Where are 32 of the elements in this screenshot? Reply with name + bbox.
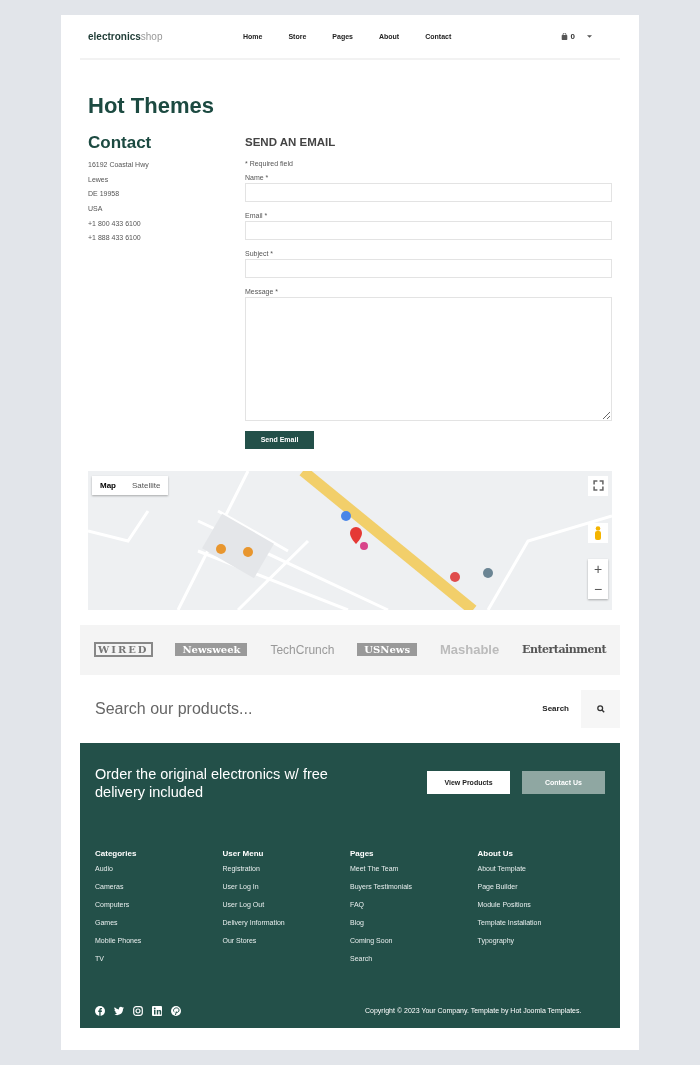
map-type-tab[interactable]: Satellite (124, 475, 169, 495)
fullscreen-icon[interactable] (588, 475, 608, 496)
contact-heading: Contact (88, 133, 153, 153)
cart-count: 0 (570, 32, 575, 41)
facebook-icon[interactable] (95, 1005, 105, 1016)
shopping-bag-icon[interactable] (560, 33, 568, 40)
zoom-in-button[interactable]: + (588, 558, 608, 579)
press-logo: TechCrunch (270, 642, 335, 657)
footer-heading: Pages (350, 848, 375, 858)
caret-icon[interactable] (587, 35, 592, 38)
cta-text: Order the original electronics w/ free delivery included (95, 764, 329, 801)
pinterest-icon[interactable] (171, 1005, 181, 1016)
form-heading: SEND AN EMAIL (245, 136, 337, 148)
linkedin-icon[interactable] (152, 1005, 162, 1016)
search-icon[interactable] (596, 704, 605, 713)
press-logo: USNews (357, 643, 417, 656)
press-logo: Newsweek (175, 643, 248, 656)
footer-heading: Categories (95, 848, 138, 858)
input-field[interactable] (245, 221, 612, 240)
footer-heading: User Menu (222, 848, 265, 858)
page-title: Hot Themes (88, 93, 215, 119)
press-logo: Mashable (439, 642, 500, 657)
message-field[interactable] (245, 297, 612, 421)
instagram-icon[interactable] (133, 1005, 143, 1016)
input-field[interactable] (245, 259, 612, 278)
footer-heading: About Us (477, 848, 515, 858)
bird-icon[interactable] (114, 1005, 124, 1016)
logo[interactable]: electronicsshop (88, 31, 238, 42)
press-logo: WIRED (94, 642, 153, 657)
input-field[interactable] (245, 183, 612, 202)
zoom-out-button[interactable]: − (588, 578, 608, 599)
press-logo: Entertainment (522, 643, 606, 656)
